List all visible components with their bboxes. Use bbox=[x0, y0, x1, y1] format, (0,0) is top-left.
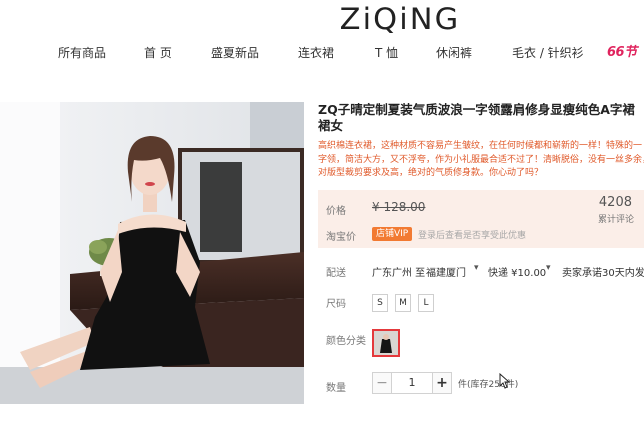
vip-login-note[interactable]: 登录后查看是否享受此优惠 bbox=[418, 228, 526, 241]
size-option-s[interactable]: S bbox=[372, 294, 388, 312]
product-image[interactable] bbox=[0, 102, 304, 404]
quantity-decrease-button[interactable]: − bbox=[372, 372, 392, 394]
shipping-from: 广东广州 至 bbox=[372, 268, 426, 279]
product-title: ZQ子晴定制夏装气质波浪一字领露肩修身显瘦纯色A字裙 裙女 bbox=[318, 102, 644, 134]
brand-logo[interactable]: ZiQiNG bbox=[0, 2, 644, 36]
product-description: 高织棉连衣裙，这种材质不容易产生皱纹，在任何时候都和崭新的一样！特殊的一 字领，… bbox=[318, 140, 644, 181]
nav-item-casual-pants[interactable]: 休闲裤 bbox=[436, 44, 472, 61]
chevron-down-icon[interactable]: ▾ bbox=[474, 263, 479, 273]
nav-item-tshirts[interactable]: T 恤 bbox=[375, 44, 398, 61]
chevron-down-icon[interactable]: ▾ bbox=[546, 263, 551, 273]
shipping-label: 配送 bbox=[326, 268, 346, 279]
nav-item-dresses[interactable]: 连衣裙 bbox=[298, 44, 334, 61]
shop-vip-badge[interactable]: 店铺VIP bbox=[372, 227, 413, 241]
nav-item-all-products[interactable]: 所有商品 bbox=[58, 44, 106, 61]
mouse-cursor-icon bbox=[499, 373, 511, 389]
color-label: 颜色分类 bbox=[326, 336, 366, 347]
shipping-promise: 卖家承诺30天内发 bbox=[562, 268, 644, 279]
product-description-line-1: 高织棉连衣裙，这种材质不容易产生皱纹，在任何时候都和崭新的一样！特殊的一 bbox=[318, 141, 643, 151]
size-option-m[interactable]: M bbox=[395, 294, 411, 312]
taobao-price-label: 淘宝价 bbox=[326, 232, 356, 243]
color-option-swatch[interactable] bbox=[372, 329, 400, 357]
product-title-line-2: 裙女 bbox=[318, 118, 344, 133]
review-count[interactable]: 4208 bbox=[599, 195, 632, 210]
promo-badge[interactable]: 66节 bbox=[607, 41, 637, 60]
color-swatch-thumbnail-icon bbox=[374, 331, 398, 355]
size-option-l[interactable]: L bbox=[418, 294, 434, 312]
review-count-label[interactable]: 累计评论 bbox=[598, 212, 634, 225]
size-label: 尺码 bbox=[326, 299, 346, 310]
product-description-line-3: 对版型裁剪要求及高，绝对的气质修身款。你心动了吗？ bbox=[318, 168, 544, 178]
nav-item-home[interactable]: 首 页 bbox=[144, 44, 172, 61]
shipping-destination-select[interactable]: 福建厦门 bbox=[426, 264, 466, 279]
product-description-line-2: 字领，简洁大方，又不浮夸，作为小礼服最合适不过了！清晰脱俗，没有一丝多余， bbox=[318, 154, 644, 165]
original-price: ¥ 128.00 bbox=[372, 200, 426, 214]
product-title-line-1: ZQ子晴定制夏装气质波浪一字领露肩修身显瘦纯色A字裙 bbox=[318, 102, 635, 117]
quantity-increase-button[interactable]: + bbox=[432, 372, 452, 394]
quantity-input[interactable]: 1 bbox=[392, 372, 432, 394]
main-nav: 所有商品 首 页 盛夏新品 连衣裙 T 恤 休闲裤 毛衣 / 针织衫 66节 bbox=[0, 44, 644, 68]
nav-item-sweaters[interactable]: 毛衣 / 针织衫 bbox=[512, 44, 584, 61]
shipping-fee-select[interactable]: 快递 ¥10.00 bbox=[488, 264, 546, 279]
nav-item-summer-new[interactable]: 盛夏新品 bbox=[211, 44, 259, 61]
price-label: 价格 bbox=[326, 206, 346, 217]
price-panel: 价格 ¥ 128.00 4208 累计评论 淘宝价 店铺VIP 登录后查看是否享… bbox=[318, 190, 644, 248]
quantity-label: 数量 bbox=[326, 383, 346, 394]
product-photo-illustration bbox=[0, 102, 304, 404]
